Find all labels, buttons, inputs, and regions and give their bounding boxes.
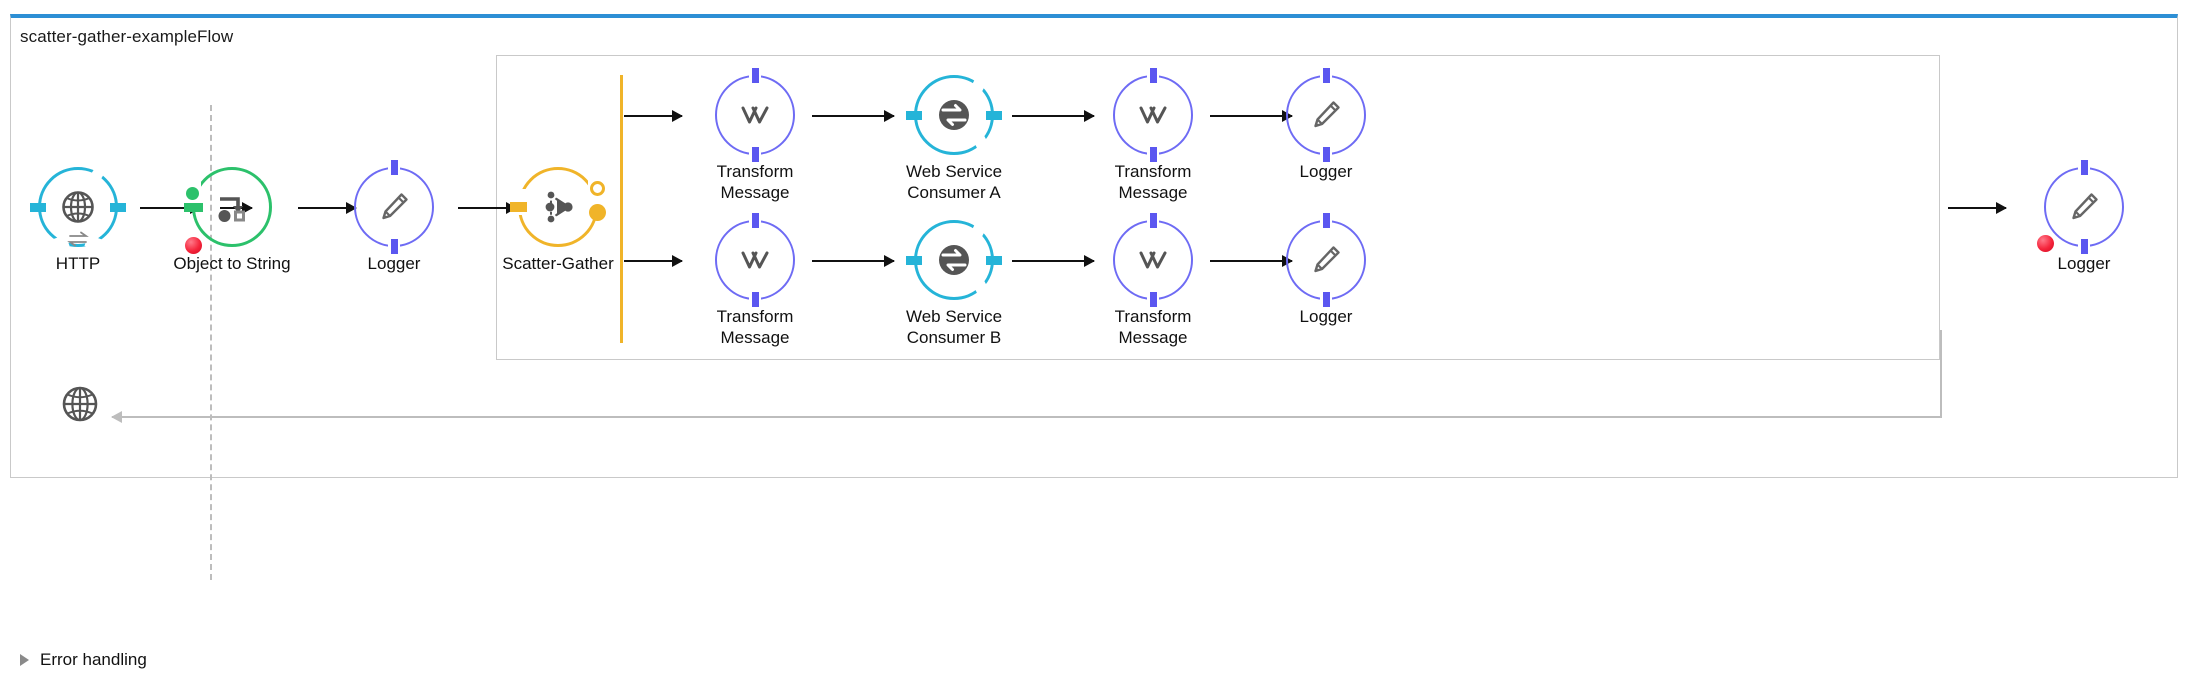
- logger-dash-top: [1322, 68, 1330, 83]
- return-path-riser: [1940, 330, 1942, 418]
- connector-route-b-entry: [624, 255, 683, 267]
- http-connector-tick-left: [30, 202, 46, 212]
- breakpoint-indicator[interactable]: [2037, 235, 2054, 252]
- node-label-logger-final: Logger: [2057, 254, 2111, 273]
- connector-logger-to-scatter-gather: [458, 202, 517, 214]
- transform-dash-bottom: [751, 147, 759, 162]
- logger-dash-bottom: [1322, 292, 1330, 307]
- http-connector-tick-right: [110, 202, 126, 212]
- web-service-consumer-icon: [932, 93, 976, 137]
- triangle-right-icon[interactable]: [20, 654, 29, 666]
- pencil-icon: [1304, 238, 1348, 282]
- wsc-connector-tick-left: [906, 255, 922, 265]
- transform-dash-top: [751, 68, 759, 83]
- connector-route-a-2-3: [1012, 110, 1095, 122]
- dataweave-icon: [733, 238, 777, 282]
- pencil-icon: [1304, 93, 1348, 137]
- web-service-consumer-icon: [932, 238, 976, 282]
- scatter-gather-inbound-bar: [510, 202, 527, 212]
- transform-dash-bottom: [1149, 292, 1157, 307]
- scatter-gather-outbound-open-dot: [590, 181, 605, 196]
- node-label-scatter-gather: Scatter-Gather: [502, 254, 614, 273]
- wsc-connector-tick-right: [986, 110, 1002, 120]
- transform-dash-top: [1149, 213, 1157, 228]
- connector-route-b-3-4: [1210, 255, 1293, 267]
- return-path-arrow: [111, 411, 1942, 423]
- logger-dash-bottom: [390, 239, 398, 254]
- transform-dash-bottom: [751, 292, 759, 307]
- request-response-icon: [67, 231, 89, 252]
- node-label-route-a-logger: Logger: [1299, 162, 1353, 181]
- connector-route-b-1-2: [812, 255, 895, 267]
- node-label-route-b-logger: Logger: [1299, 307, 1353, 326]
- logger-dash-top: [2080, 160, 2088, 175]
- connector-route-b-2-3: [1012, 255, 1095, 267]
- connector-route-a-3-4: [1210, 110, 1293, 122]
- logger-dash-bottom: [1322, 147, 1330, 162]
- flow-title: scatter-gather-exampleFlow: [20, 27, 234, 46]
- logger-dash-top: [390, 160, 398, 175]
- transform-dash-top: [751, 213, 759, 228]
- scatter-gather-outbound-dot: [589, 204, 606, 221]
- flow-canvas: scatter-gather-exampleFlow HTTP Object t…: [0, 0, 2194, 690]
- object-to-string-inbound-dot: [186, 187, 199, 200]
- connector-route-a-entry: [624, 110, 683, 122]
- scatter-gather-route-bar: [620, 75, 623, 343]
- connector-scatter-gather-to-final-logger: [1948, 202, 2007, 214]
- object-to-string-icon: [210, 185, 254, 229]
- connector-route-a-1-2: [812, 110, 895, 122]
- pencil-icon: [372, 185, 416, 229]
- dataweave-icon: [1131, 238, 1175, 282]
- dataweave-icon: [733, 93, 777, 137]
- response-globe-icon: [58, 382, 102, 426]
- wsc-connector-tick-left: [906, 110, 922, 120]
- wsc-connector-tick-right: [986, 255, 1002, 265]
- error-handling-label: Error handling: [40, 650, 147, 669]
- logger-dash-bottom: [2080, 239, 2088, 254]
- globe-icon: [56, 185, 100, 229]
- transform-dash-top: [1149, 68, 1157, 83]
- object-to-string-inbound-bar: [184, 203, 203, 212]
- scatter-gather-icon: [536, 185, 580, 229]
- breakpoint-indicator[interactable]: [185, 237, 202, 254]
- logger-dash-top: [1322, 213, 1330, 228]
- transform-dash-bottom: [1149, 147, 1157, 162]
- error-handling-section[interactable]: Error handling: [20, 650, 147, 670]
- connector-object-to-string-to-logger: [298, 202, 357, 214]
- dataweave-icon: [1131, 93, 1175, 137]
- pencil-icon: [2062, 185, 2106, 229]
